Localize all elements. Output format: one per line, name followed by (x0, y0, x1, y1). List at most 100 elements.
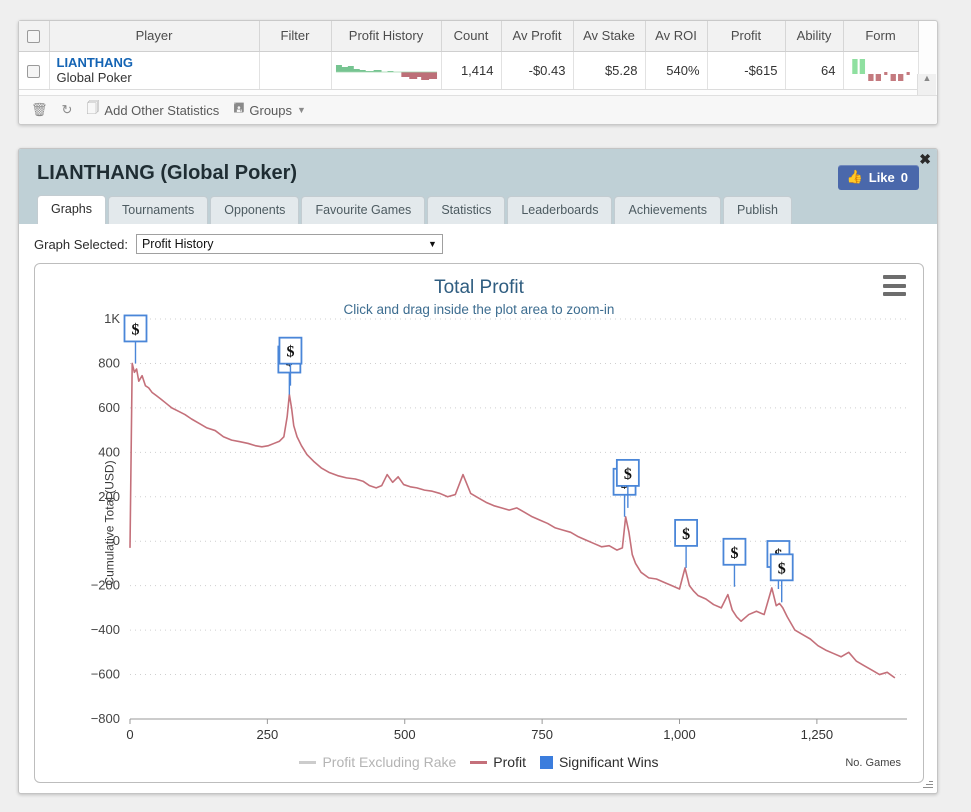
select-all-header[interactable] (19, 21, 50, 52)
svg-text:$: $ (131, 321, 139, 338)
column-header-player[interactable]: Player (49, 21, 260, 52)
svg-text:1K: 1K (104, 311, 120, 326)
svg-text:−800: −800 (91, 711, 120, 726)
svg-text:400: 400 (98, 444, 120, 459)
profit-history-sparkline (335, 65, 437, 80)
add-other-statistics-label: Add Other Statistics (104, 102, 220, 118)
svg-text:−400: −400 (91, 622, 120, 637)
players-table: Player Filter Profit History Count Av Pr… (19, 21, 919, 90)
svg-text:750: 750 (531, 727, 553, 742)
row-checkbox[interactable] (27, 64, 41, 78)
legend-label-excluding-rake: Profit Excluding Rake (322, 754, 457, 770)
row-select-cell[interactable] (19, 51, 50, 90)
graph-selected-label: Graph Selected: (34, 236, 128, 252)
legend-item-profit-excluding-rake[interactable]: Profit Excluding Rake (299, 754, 456, 770)
close-icon[interactable]: ✖ (919, 151, 931, 168)
tab-achievements[interactable]: Achievements (614, 196, 721, 224)
panel-body: Graph Selected: Profit History ▼ Total P… (19, 224, 937, 793)
save-icon: 🖪 (233, 100, 245, 115)
chevron-down-icon: ▼ (428, 239, 437, 249)
tab-bar: Graphs Tournaments Opponents Favourite G… (37, 195, 792, 224)
svg-text:800: 800 (98, 355, 120, 370)
cell-filter[interactable] (259, 51, 332, 90)
form-sparkline (851, 59, 910, 81)
scroll-up-arrow[interactable]: ▲ (923, 74, 932, 83)
legend-item-significant-wins[interactable]: Significant Wins (539, 754, 659, 770)
svg-text:$: $ (682, 526, 690, 543)
svg-text:$: $ (624, 466, 632, 483)
svg-text:1,250: 1,250 (801, 727, 834, 742)
graph-selector-row: Graph Selected: Profit History ▼ (34, 234, 922, 254)
svg-text:200: 200 (98, 489, 120, 504)
cell-count: 1,414 (441, 51, 502, 90)
svg-text:$: $ (730, 545, 738, 562)
profit-chart-plot[interactable]: −800 −600 −400 −200 0 200 400 600 800 1K 0 250 500 75… (35, 264, 925, 784)
chart-card[interactable]: Total Profit Click and drag inside the p… (34, 263, 924, 783)
svg-text:−200: −200 (91, 578, 120, 593)
cell-player[interactable]: LIANTHANG Global Poker (49, 51, 260, 90)
svg-text:0: 0 (113, 533, 120, 548)
tab-publish[interactable]: Publish (723, 196, 792, 224)
graph-selected-dropdown[interactable]: Profit History ▼ (135, 234, 443, 254)
table-row[interactable]: LIANTHANG Global Poker 1,414 -$0.43 $5.2… (19, 51, 919, 90)
svg-text:$: $ (778, 560, 786, 577)
legend-swatch-significant-wins (539, 755, 553, 769)
thumbs-up-icon: 👍 (846, 169, 863, 184)
tab-leaderboards[interactable]: Leaderboards (507, 196, 613, 224)
player-detail-panel: LIANTHANG (Global Poker) 👍 Like 0 ✖ Grap… (18, 148, 938, 794)
svg-text:−600: −600 (91, 667, 120, 682)
column-header-count[interactable]: Count (441, 21, 502, 52)
results-panel: Player Filter Profit History Count Av Pr… (18, 20, 938, 125)
legend-swatch-excluding-rake (299, 760, 317, 764)
like-count: 0 (900, 169, 908, 185)
svg-text:250: 250 (257, 727, 279, 742)
cell-ability: 64 (785, 51, 844, 90)
column-header-filter[interactable]: Filter (259, 21, 332, 52)
chart-legend: Profit Excluding Rake Profit Significant… (35, 754, 923, 770)
graph-selected-value: Profit History (141, 237, 214, 251)
column-header-av-profit[interactable]: Av Profit (501, 21, 574, 52)
player-site: Global Poker (56, 70, 132, 85)
cell-av-roi: 540% (645, 51, 708, 90)
tab-opponents[interactable]: Opponents (210, 196, 300, 224)
groups-button[interactable]: 🖪 Groups ▼ (233, 99, 306, 121)
legend-swatch-profit (470, 760, 488, 764)
tab-tournaments[interactable]: Tournaments (108, 196, 209, 224)
select-all-checkbox[interactable] (27, 30, 41, 44)
chevron-down-icon: ▼ (297, 105, 306, 115)
svg-text:600: 600 (98, 400, 120, 415)
column-header-profit-history[interactable]: Profit History (331, 21, 442, 52)
svg-text:$: $ (286, 344, 294, 361)
facebook-like-button[interactable]: 👍 Like 0 (837, 165, 919, 190)
cell-av-profit: -$0.43 (501, 51, 574, 90)
delete-icon[interactable]: 🗑 (31, 102, 48, 118)
panel-resize-handle[interactable] (921, 778, 933, 790)
cell-form (843, 51, 919, 90)
cell-av-stake: $5.28 (573, 51, 646, 90)
refresh-icon[interactable]: ↻ (62, 102, 73, 118)
tab-favourite-games[interactable]: Favourite Games (301, 196, 426, 224)
copy-icon: 🗍 (86, 100, 100, 115)
page-title: LIANTHANG (Global Poker) (37, 162, 298, 184)
table-toolbar: 🗑 ↻ 🗍 Add Other Statistics 🖪 Groups ▼ (19, 95, 937, 124)
column-header-ability[interactable]: Ability (785, 21, 844, 52)
legend-label-significant-wins: Significant Wins (558, 754, 659, 770)
add-other-statistics-button[interactable]: 🗍 Add Other Statistics (86, 99, 219, 121)
column-header-av-roi[interactable]: Av ROI (645, 21, 708, 52)
svg-text:0: 0 (126, 727, 133, 742)
panel-header: LIANTHANG (Global Poker) 👍 Like 0 ✖ Grap… (19, 149, 937, 224)
cell-profit-history (331, 51, 442, 90)
player-name[interactable]: LIANTHANG (57, 55, 252, 70)
legend-label-profit: Profit (493, 754, 526, 770)
svg-text:500: 500 (394, 727, 416, 742)
column-header-profit[interactable]: Profit (707, 21, 786, 52)
svg-text:1,000: 1,000 (663, 727, 696, 742)
column-header-form[interactable]: Form (843, 21, 919, 52)
groups-label: Groups (249, 102, 293, 118)
legend-item-profit[interactable]: Profit (470, 754, 526, 770)
column-header-av-stake[interactable]: Av Stake (573, 21, 646, 52)
table-header-row: Player Filter Profit History Count Av Pr… (19, 21, 919, 52)
tab-statistics[interactable]: Statistics (427, 196, 506, 224)
tab-graphs[interactable]: Graphs (37, 195, 106, 224)
like-label: Like (868, 169, 895, 185)
